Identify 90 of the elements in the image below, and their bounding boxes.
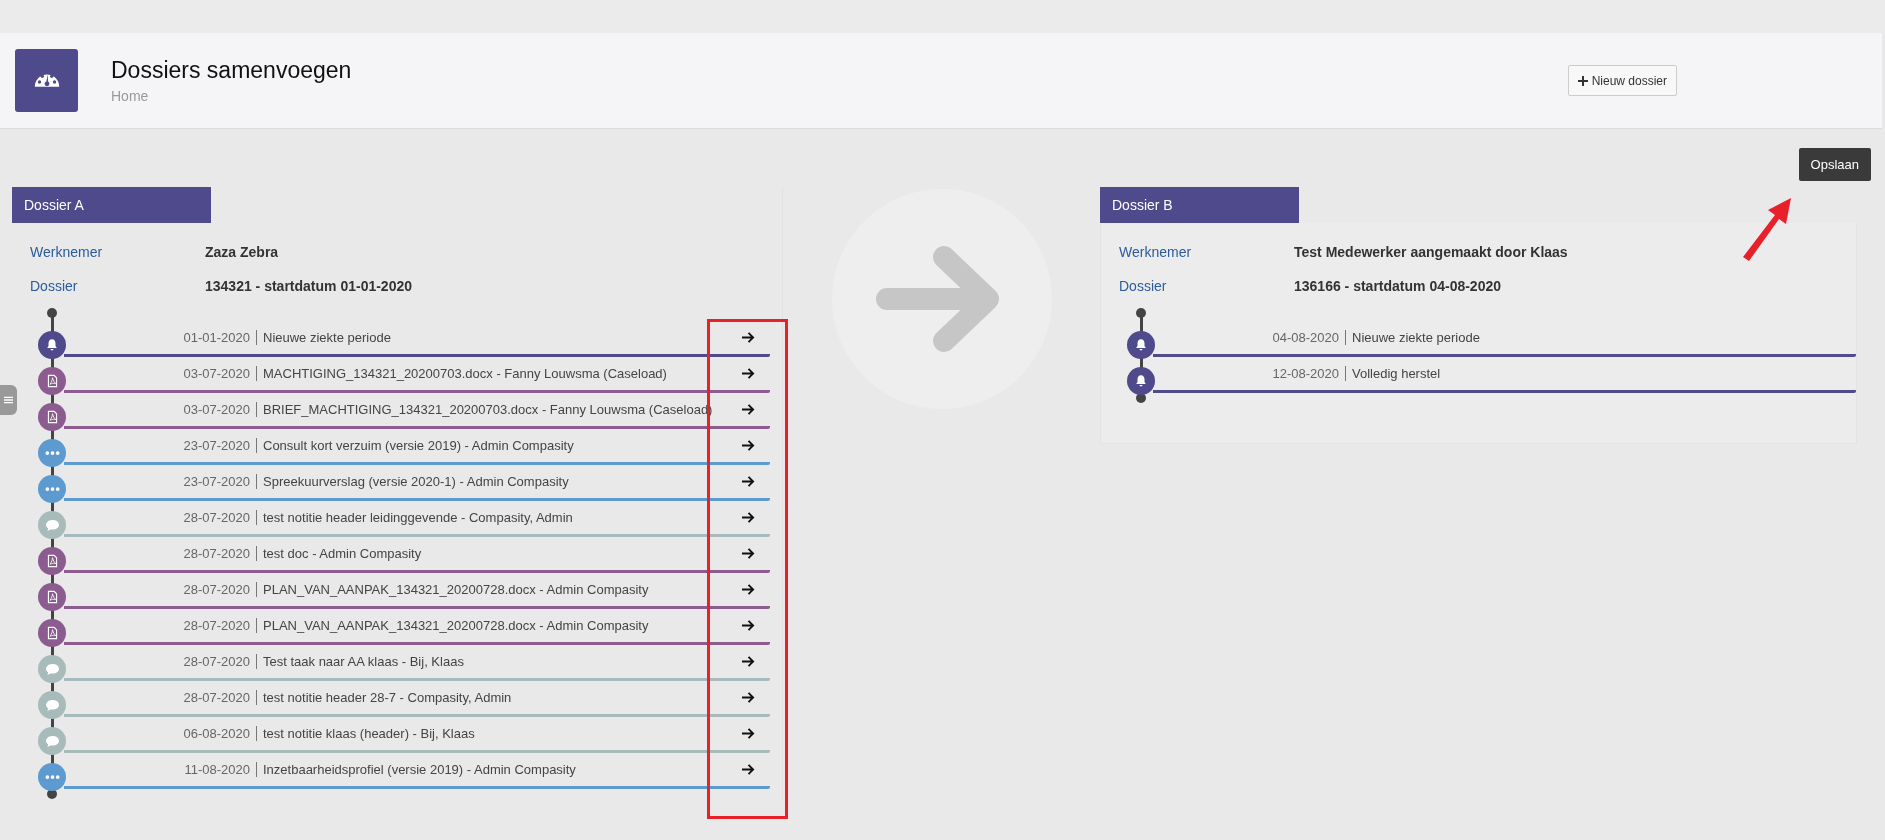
timeline-entry[interactable]: 23-07-2020 Consult kort verzuim (versie 2019) - Admin Compasity — [64, 429, 770, 465]
pdf-file-icon — [38, 619, 66, 647]
entry-date: 28-07-2020 — [182, 654, 250, 669]
entry-title: test notitie header 28-7 - Compasity, Admin — [263, 690, 513, 705]
page-title: Dossiers samenvoegen — [111, 57, 353, 84]
entry-date: 06-08-2020 — [182, 726, 250, 741]
field-value: Test Medewerker aangemaakt door Klaas — [1294, 244, 1568, 260]
right-arrow-icon[interactable] — [741, 367, 756, 380]
pdf-file-icon — [38, 403, 66, 431]
entry-title: test notitie klaas (header) - Bij, Klaas — [263, 726, 476, 741]
entry-title: Volledig herstel — [1352, 366, 1442, 381]
entry-date: 28-07-2020 — [182, 546, 250, 561]
timeline-start-dot — [47, 308, 57, 318]
entry-title: Inzetbaarheidsprofiel (versie 2019) - Admin Compasity — [263, 762, 577, 777]
field-label: Dossier — [1119, 278, 1168, 294]
entry-title: PLAN_VAN_AANPAK_134321_20200728.docx - Admin Compasity — [263, 582, 650, 597]
right-arrow-icon[interactable] — [741, 619, 756, 632]
entry-date: 01-01-2020 — [182, 330, 250, 345]
field-label: Dossier — [30, 278, 79, 294]
entry-date: 04-08-2020 — [1271, 330, 1339, 345]
sidebar-toggle-button[interactable] — [0, 385, 17, 415]
pdf-file-icon — [38, 367, 66, 395]
timeline-entry[interactable]: 28-07-2020 PLAN_VAN_AANPAK_134321_20200728.docx - Admin Compasity — [64, 573, 770, 609]
speech-bubble-icon — [38, 727, 66, 755]
timeline-end-dot — [47, 789, 57, 799]
timeline-entry[interactable]: 11-08-2020 Inzetbaarheidsprofiel (versie 2019) - Admin Compasity — [64, 753, 770, 789]
right-arrow-icon[interactable] — [741, 439, 756, 452]
timeline-entry[interactable]: 28-07-2020 PLAN_VAN_AANPAK_134321_20200728.docx - Admin Compasity — [64, 609, 770, 645]
timeline-entry[interactable]: 28-07-2020 test notitie header leidinggevende - Compasity, Admin — [64, 501, 770, 537]
field-label: Werknemer — [30, 244, 104, 260]
bell-icon — [1127, 367, 1155, 395]
entry-title: Consult kort verzuim (versie 2019) - Admin Compasity — [263, 438, 575, 453]
plus-icon — [1577, 75, 1588, 86]
entry-date: 03-07-2020 — [182, 366, 250, 381]
right-arrow-icon[interactable] — [741, 403, 756, 416]
more-dots-icon — [38, 475, 66, 503]
timeline-entry[interactable]: 28-07-2020 Test taak naar AA klaas - Bij, Klaas — [64, 645, 770, 681]
entry-date: 28-07-2020 — [182, 582, 250, 597]
right-arrow-icon[interactable] — [741, 727, 756, 740]
entry-title: test doc - Admin Compasity — [263, 546, 423, 561]
timeline-entry[interactable]: 01-01-2020 Nieuwe ziekte periode — [64, 321, 770, 357]
pdf-file-icon — [38, 583, 66, 611]
bell-icon — [1127, 331, 1155, 359]
entry-date: 23-07-2020 — [182, 438, 250, 453]
entry-date: 28-07-2020 — [182, 510, 250, 525]
entry-date: 28-07-2020 — [182, 618, 250, 633]
entry-title: Nieuwe ziekte periode — [1352, 330, 1481, 345]
timeline-entry[interactable]: 06-08-2020 test notitie klaas (header) - Bij, Klaas — [64, 717, 770, 753]
field-label: Werknemer — [1119, 244, 1193, 260]
more-dots-icon — [38, 439, 66, 467]
field-value: 134321 - startdatum 01-01-2020 — [205, 278, 412, 294]
right-arrow-icon[interactable] — [741, 763, 756, 776]
timeline-entry[interactable]: 12-08-2020 Volledig herstel — [1153, 357, 1856, 393]
entry-date: 23-07-2020 — [182, 474, 250, 489]
entry-date: 03-07-2020 — [182, 402, 250, 417]
save-button[interactable]: Opslaan — [1798, 148, 1871, 181]
dashboard-logo-icon — [15, 49, 78, 112]
right-arrow-icon[interactable] — [741, 583, 756, 596]
right-arrow-icon[interactable] — [741, 511, 756, 524]
entry-title: Nieuwe ziekte periode — [263, 330, 392, 345]
entry-title: MACHTIGING_134321_20200703.docx - Fanny Louwsma (Caseload) — [263, 366, 668, 381]
entry-title: Spreekuurverslag (versie 2020-1) - Admin Compasity — [263, 474, 570, 489]
entry-date: 11-08-2020 — [183, 762, 250, 777]
entry-title: Test taak naar AA klaas - Bij, Klaas — [263, 654, 465, 669]
new-dossier-button[interactable]: Nieuw dossier — [1567, 65, 1677, 96]
timeline-entry[interactable]: 03-07-2020 MACHTIGING_134321_20200703.docx - Fanny Louwsma (Caseload) — [64, 357, 770, 393]
more-dots-icon — [38, 763, 66, 791]
right-arrow-icon[interactable] — [741, 691, 756, 704]
field-value: Zaza Zebra — [205, 244, 279, 260]
timeline-start-dot — [1136, 308, 1146, 318]
right-arrow-icon[interactable] — [741, 655, 756, 668]
timeline-entry[interactable]: 23-07-2020 Spreekuurverslag (versie 2020-1) - Admin Compasity — [64, 465, 770, 501]
speech-bubble-icon — [38, 511, 66, 539]
timeline-end-dot — [1136, 393, 1146, 403]
right-arrow-icon[interactable] — [741, 331, 756, 344]
menu-icon — [4, 396, 13, 404]
right-arrow-icon[interactable] — [741, 475, 756, 488]
pdf-file-icon — [38, 547, 66, 575]
entry-date: 12-08-2020 — [1271, 366, 1339, 381]
speech-bubble-icon — [38, 691, 66, 719]
right-arrow-icon[interactable] — [741, 547, 756, 560]
field-value: 136166 - startdatum 04-08-2020 — [1294, 278, 1501, 294]
timeline-entry[interactable]: 28-07-2020 test doc - Admin Compasity — [64, 537, 770, 573]
entry-title: PLAN_VAN_AANPAK_134321_20200728.docx - Admin Compasity — [263, 618, 650, 633]
timeline-entry[interactable]: 28-07-2020 test notitie header 28-7 - Compasity, Admin — [64, 681, 770, 717]
entry-title: test notitie header leidinggevende - Compasity, Admin — [263, 510, 574, 525]
entry-date: 28-07-2020 — [182, 690, 250, 705]
speech-bubble-icon — [38, 655, 66, 683]
bell-icon — [38, 331, 66, 359]
timeline-entry[interactable]: 04-08-2020 Nieuwe ziekte periode — [1153, 321, 1856, 357]
